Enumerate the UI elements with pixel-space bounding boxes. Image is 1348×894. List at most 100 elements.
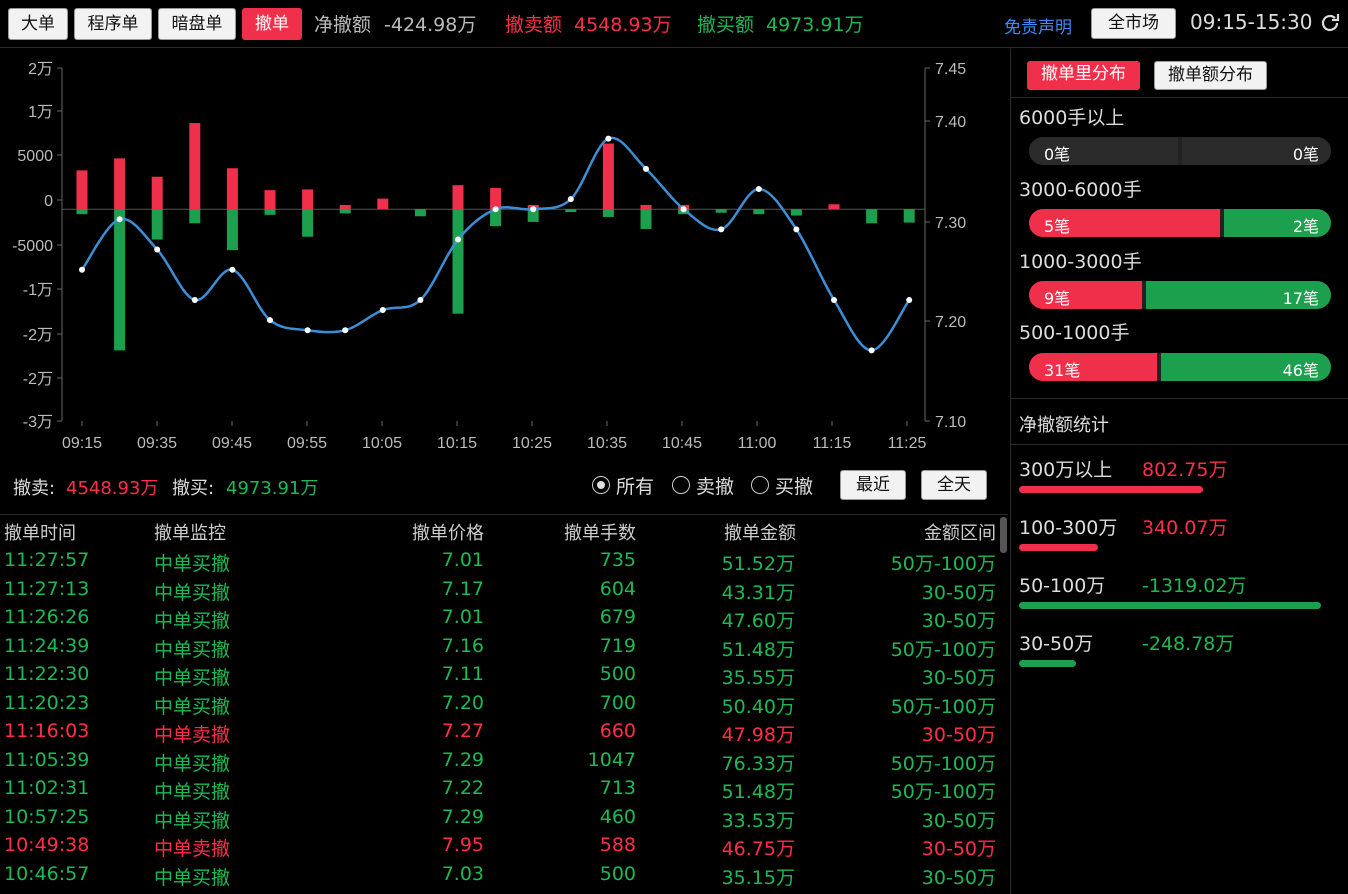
bar-buy-cancel — [414, 209, 426, 217]
bar-buy-cancel — [76, 209, 88, 215]
table-row[interactable]: 11:27:57 中单买撤 7.01 735 51.52万 50万-100万 — [0, 547, 1000, 576]
scrollbar-thumb[interactable] — [1000, 517, 1007, 553]
header-monitor[interactable]: 撤单监控 — [154, 519, 226, 545]
cell-price: 7.27 — [441, 720, 484, 742]
y-right-tick-label: 7.10 — [935, 414, 966, 431]
recent-button[interactable]: 最近 — [840, 470, 906, 500]
bar-buy-cancel — [903, 209, 915, 223]
cell-monitor: 中单买撤 — [154, 752, 231, 775]
net-stat-value: 802.75万 — [1142, 459, 1228, 481]
footer-sell-label: 撤卖: — [13, 478, 56, 499]
price-point — [229, 266, 236, 273]
net-stat-label: 50-100万 — [1019, 575, 1106, 597]
market-button[interactable]: 全市场 — [1091, 8, 1176, 39]
chart-footer: 撤卖: 4548.93万 撤买: 4973.91万 所有 卖撤 买撤 最近 全天 — [0, 462, 1008, 512]
disclaimer-link[interactable]: 免责声明 — [1004, 13, 1072, 38]
cell-price: 7.03 — [441, 862, 484, 885]
cell-range: 50万-100万 — [890, 638, 996, 661]
table-row[interactable]: 10:49:38 中单卖撤 7.95 588 46.75万 30-50万 — [0, 832, 1000, 861]
cell-lots: 604 — [599, 577, 636, 600]
footer-sell-value: 4548.93万 — [66, 478, 159, 499]
cell-price: 7.01 — [441, 606, 484, 628]
cell-lots: 1047 — [587, 748, 636, 771]
x-tick-label: 10:25 — [512, 435, 552, 452]
distribution-sell-count: 0笔 — [1044, 145, 1071, 164]
table-row[interactable]: 11:27:13 中单买撤 7.17 604 43.31万 30-50万 — [0, 576, 1000, 605]
header-lots[interactable]: 撤单手数 — [564, 519, 636, 545]
refresh-icon[interactable] — [1318, 11, 1342, 35]
price-point — [906, 296, 913, 303]
header-range[interactable]: 金额区间 — [924, 519, 996, 545]
bar-sell-cancel — [602, 143, 614, 210]
bar-sell-cancel — [339, 204, 351, 210]
net-stat-value: 340.07万 — [1142, 517, 1228, 539]
bar-buy-cancel — [753, 209, 765, 215]
cell-amount: 51.52万 — [721, 553, 795, 575]
cell-monitor: 中单买撤 — [154, 866, 231, 889]
tab-program-order[interactable]: 程序单 — [74, 8, 152, 40]
tab-amount-distribution[interactable]: 撤单额分布 — [1154, 61, 1267, 90]
scrollbar[interactable] — [999, 515, 1008, 894]
x-tick-label: 09:45 — [212, 435, 252, 452]
filter-sell-label: 卖撤 — [696, 475, 735, 498]
header-price[interactable]: 撤单价格 — [412, 519, 484, 545]
table-row[interactable]: 11:05:39 中单买撤 7.29 1047 76.33万 50万-100万 — [0, 747, 1000, 776]
price-point — [530, 206, 537, 213]
cell-time: 11:27:57 — [4, 549, 90, 571]
cell-range: 50万-100万 — [890, 553, 996, 575]
cell-amount: 50.40万 — [721, 695, 795, 718]
header-amount[interactable]: 撤单金额 — [724, 519, 796, 545]
net-stat-value: -248.78万 — [1142, 633, 1235, 655]
cell-monitor: 中单买撤 — [154, 809, 231, 832]
footer-buy-value: 4973.91万 — [226, 478, 319, 499]
table-row[interactable]: 11:20:23 中单买撤 7.20 700 50.40万 50万-100万 — [0, 690, 1000, 719]
table-row[interactable]: 11:26:26 中单买撤 7.01 679 47.60万 30-50万 — [0, 604, 1000, 633]
cell-lots: 719 — [599, 634, 636, 657]
filter-all-radio[interactable]: 所有 — [592, 472, 654, 498]
cell-price: 7.95 — [441, 834, 484, 856]
cell-monitor: 中单买撤 — [154, 610, 231, 632]
filter-all-label: 所有 — [616, 475, 655, 498]
table-row[interactable]: 11:24:39 中单买撤 7.16 719 51.48万 50万-100万 — [0, 633, 1000, 662]
time-range: 09:15-15:30 — [1190, 10, 1313, 34]
price-point — [492, 206, 499, 213]
cell-amount: 76.33万 — [721, 752, 795, 775]
bar-sell-cancel — [189, 123, 201, 210]
cell-amount: 35.55万 — [721, 667, 795, 689]
table-row[interactable]: 11:22:30 中单买撤 7.11 500 35.55万 30-50万 — [0, 661, 1000, 690]
table-row[interactable]: 11:02:31 中单买撤 7.22 713 51.48万 50万-100万 — [0, 775, 1000, 804]
cell-monitor: 中单买撤 — [154, 695, 231, 718]
cell-time: 10:57:25 — [4, 805, 90, 828]
net-stats-title: 净撤额统计 — [1019, 415, 1109, 436]
distribution-buy-count: 0笔 — [1292, 145, 1319, 164]
table-row[interactable]: 10:57:25 中单买撤 7.29 460 33.53万 30-50万 — [0, 804, 1000, 833]
distribution-bar: 9笔 17笔 — [1029, 281, 1331, 309]
header-time[interactable]: 撤单时间 — [4, 519, 76, 545]
radio-checked-icon — [592, 476, 610, 494]
x-tick-label: 10:35 — [587, 435, 627, 452]
distribution-bar: 0笔 0笔 — [1029, 137, 1331, 165]
net-stat-bar — [1019, 544, 1098, 551]
cell-time: 11:05:39 — [4, 748, 90, 771]
filter-buy-label: 买撤 — [775, 475, 814, 498]
cell-amount: 51.48万 — [721, 638, 795, 661]
tab-dark-pool-order[interactable]: 暗盘单 — [158, 8, 236, 40]
allday-button[interactable]: 全天 — [921, 470, 987, 500]
cell-lots: 679 — [599, 606, 636, 628]
cell-lots: 713 — [599, 777, 636, 799]
cancel-chart: 2万 1万 5000 0 -5000 -1万 -2万 -2万 -3万 7.45 7.40 7.30 7.… — [0, 49, 1008, 459]
cell-time: 11:02:31 — [4, 777, 90, 799]
bar-buy-cancel — [339, 209, 351, 214]
cell-monitor: 中单买撤 — [154, 638, 231, 661]
filter-sell-radio[interactable]: 卖撤 — [672, 472, 734, 498]
x-tick-label: 09:15 — [62, 435, 102, 452]
tab-large-order[interactable]: 大单 — [8, 8, 68, 40]
filter-buy-radio[interactable]: 买撤 — [751, 472, 813, 498]
table-row[interactable]: 10:46:57 中单买撤 7.03 500 35.15万 30-50万 — [0, 861, 1000, 890]
price-point — [868, 347, 875, 354]
cell-range: 30-50万 — [921, 724, 996, 746]
bar-buy-cancel — [151, 209, 163, 240]
tab-cancel-order[interactable]: 撤单 — [242, 8, 302, 40]
table-row[interactable]: 11:16:03 中单卖撤 7.27 660 47.98万 30-50万 — [0, 718, 1000, 747]
tab-lots-distribution[interactable]: 撤单里分布 — [1027, 61, 1140, 90]
